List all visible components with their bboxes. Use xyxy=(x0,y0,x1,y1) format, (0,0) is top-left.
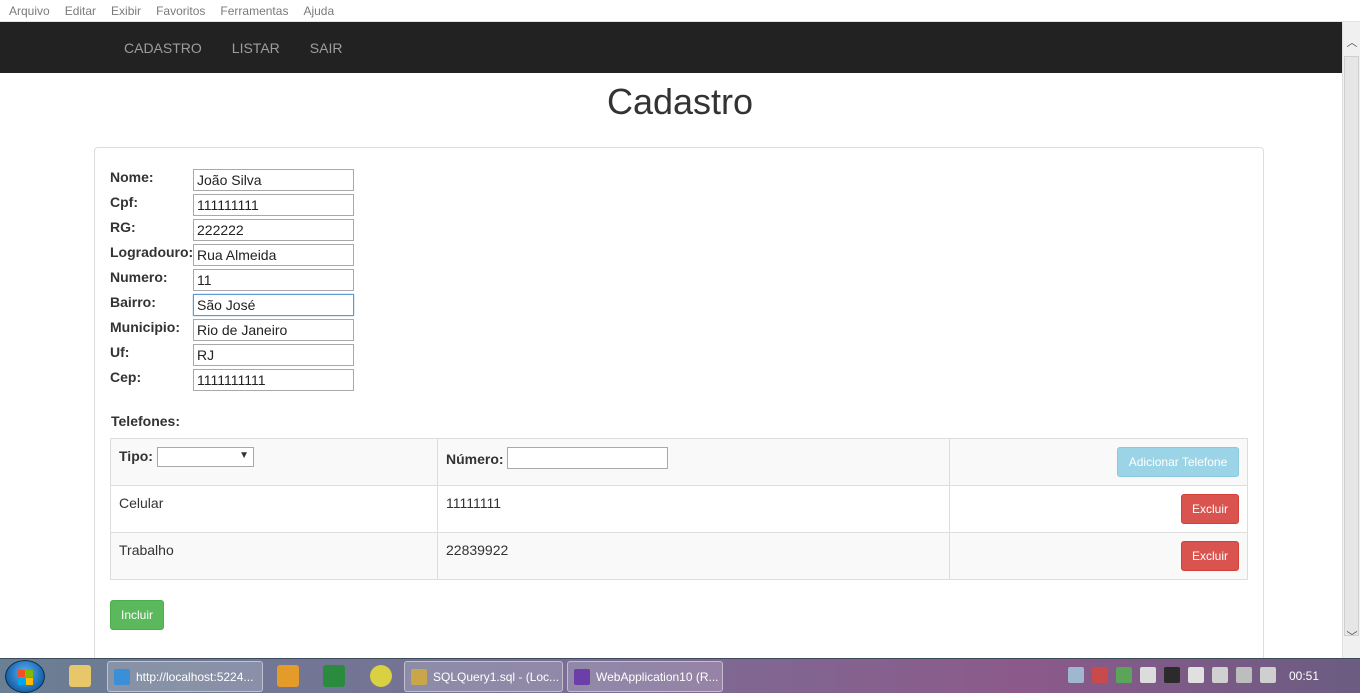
tray-flag-icon[interactable] xyxy=(1188,667,1204,683)
taskbar-window-label: SQLQuery1.sql - (Loc... xyxy=(433,669,560,684)
tray-display-icon[interactable] xyxy=(1164,667,1180,683)
add-cell: Adicionar Telefone xyxy=(949,438,1248,486)
numero-cell: Número: xyxy=(437,438,950,486)
ie-icon xyxy=(114,668,130,685)
tipo-select[interactable]: ▼ xyxy=(157,447,254,467)
table-cell: Trabalho xyxy=(110,532,438,580)
menu-ajuda[interactable]: Ajuda xyxy=(296,4,342,18)
table-cell: 22839922 xyxy=(437,532,950,580)
tray-network-icon[interactable] xyxy=(1068,667,1084,683)
table-cell: Celular xyxy=(110,485,438,533)
taskbar-window-label: WebApplication10 (R... xyxy=(596,669,719,684)
tray-volume-icon[interactable] xyxy=(1140,667,1156,683)
tray-antivirus-icon[interactable] xyxy=(1092,667,1108,683)
label-cep: Cep: xyxy=(110,369,142,385)
telefones-heading: Telefones: xyxy=(111,413,180,429)
telefone-tipo: Trabalho xyxy=(119,542,174,558)
taskbar-window-sql[interactable]: SQLQuery1.sql - (Loc... xyxy=(404,661,563,692)
nav-listar[interactable]: LISTAR xyxy=(217,23,295,73)
telefone-numero: 11111111 xyxy=(446,495,502,511)
chrome-icon[interactable] xyxy=(370,665,392,687)
menu-favoritos[interactable]: Favoritos xyxy=(149,4,213,18)
telefone-numero-input[interactable] xyxy=(507,447,668,469)
menu-editar[interactable]: Editar xyxy=(58,4,104,18)
chevron-down-icon: ▼ xyxy=(239,450,249,461)
label-numero: Numero: xyxy=(110,269,168,285)
logradouro-input[interactable] xyxy=(193,244,354,266)
media-player-icon[interactable] xyxy=(277,665,299,687)
tipo-label: Tipo: xyxy=(119,448,153,464)
taskbar-clock[interactable]: 00:51 xyxy=(1289,669,1319,683)
label-logradouro: Logradouro: xyxy=(110,244,194,260)
bairro-input[interactable] xyxy=(193,294,354,316)
excel-icon[interactable] xyxy=(323,665,345,687)
table-row: Celular 11111111 Excluir xyxy=(110,485,1248,533)
taskbar-window-vs[interactable]: WebApplication10 (R... xyxy=(567,661,723,692)
tray-power-icon[interactable] xyxy=(1236,667,1252,683)
tray-check-icon[interactable] xyxy=(1116,667,1132,683)
adicionar-telefone-button[interactable]: Adicionar Telefone xyxy=(1117,447,1239,477)
table-row: Trabalho 22839922 Excluir xyxy=(110,532,1248,580)
incluir-button[interactable]: Incluir xyxy=(110,600,164,630)
table-cell: Excluir xyxy=(949,485,1248,533)
menu-ferramentas[interactable]: Ferramentas xyxy=(213,4,296,18)
nav-sair[interactable]: SAIR xyxy=(295,23,358,73)
sql-icon xyxy=(411,668,427,685)
taskbar-window-label: http://localhost:5224... xyxy=(136,669,254,684)
telefones-table: Tipo: ▼ Número: Adicionar Telefone Celul… xyxy=(110,438,1248,580)
menu-arquivo[interactable]: Arquivo xyxy=(2,4,58,18)
scrollbar-thumb[interactable] xyxy=(1344,56,1359,636)
nav-cadastro[interactable]: CADASTRO xyxy=(109,23,217,73)
label-nome: Nome: xyxy=(110,169,154,185)
windows-taskbar: http://localhost:5224... SQLQuery1.sql -… xyxy=(0,658,1360,693)
scroll-up-icon[interactable]: ︿ xyxy=(1343,34,1360,52)
excluir-button[interactable]: Excluir xyxy=(1181,494,1239,524)
label-bairro: Bairro: xyxy=(110,294,156,310)
explorer-icon[interactable] xyxy=(69,665,91,687)
site-navbar: CADASTRO LISTAR SAIR xyxy=(0,22,1342,73)
browser-menu-bar: Arquivo Editar Exibir Favoritos Ferramen… xyxy=(0,0,1360,22)
label-rg: RG: xyxy=(110,219,136,235)
uf-input[interactable] xyxy=(193,344,354,366)
table-cell: Excluir xyxy=(949,532,1248,580)
municipio-input[interactable] xyxy=(193,319,354,341)
menu-exibir[interactable]: Exibir xyxy=(104,4,149,18)
nome-input[interactable] xyxy=(193,169,354,191)
tipo-cell: Tipo: ▼ xyxy=(110,438,438,486)
tray-device-icon[interactable] xyxy=(1212,667,1228,683)
system-tray xyxy=(1068,667,1284,685)
numero-input[interactable] xyxy=(193,269,354,291)
numero-label: Número: xyxy=(446,451,504,467)
cep-input[interactable] xyxy=(193,369,354,391)
label-uf: Uf: xyxy=(110,344,130,360)
tray-sound-icon[interactable] xyxy=(1260,667,1276,683)
cpf-input[interactable] xyxy=(193,194,354,216)
taskbar-window-ie[interactable]: http://localhost:5224... xyxy=(107,661,263,692)
start-button[interactable] xyxy=(5,660,45,693)
telefone-entry-row: Tipo: ▼ Número: Adicionar Telefone xyxy=(110,438,1248,486)
page-title: Cadastro xyxy=(606,81,754,122)
telefone-numero: 22839922 xyxy=(446,542,509,558)
windows-logo-icon xyxy=(18,670,33,685)
visual-studio-icon xyxy=(574,668,590,685)
label-municipio: Municipio: xyxy=(110,319,180,335)
excluir-button[interactable]: Excluir xyxy=(1181,541,1239,571)
table-cell: 11111111 xyxy=(437,485,950,533)
rg-input[interactable] xyxy=(193,219,354,241)
telefone-tipo: Celular xyxy=(119,495,164,511)
scroll-down-icon[interactable]: ﹀ xyxy=(1343,628,1360,646)
label-cpf: Cpf: xyxy=(110,194,138,210)
